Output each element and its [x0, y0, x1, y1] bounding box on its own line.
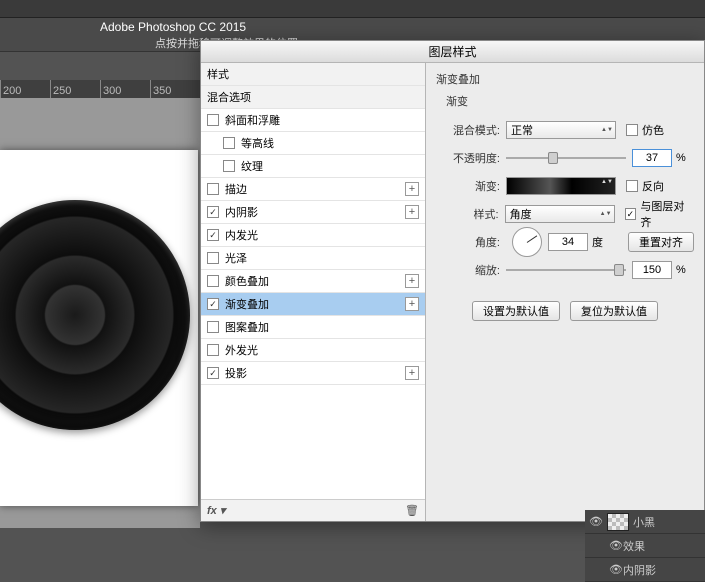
degree-unit: 度 [592, 234, 603, 250]
plus-icon[interactable]: + [405, 366, 419, 380]
menu-bar [0, 0, 705, 18]
styles-footer: fx ▾ 🗑 [201, 499, 425, 521]
opacity-slider[interactable] [506, 151, 626, 165]
layer-row[interactable]: 👁 小黑 [585, 510, 705, 534]
style-label: 样式: [436, 206, 505, 222]
make-default-button[interactable]: 设置为默认值 [472, 301, 560, 321]
style-pattern-overlay[interactable]: 图案叠加 [201, 316, 425, 339]
checkbox-icon[interactable] [207, 206, 219, 218]
checkbox-icon[interactable] [207, 229, 219, 241]
styles-list: 样式 混合选项 斜面和浮雕 等高线 纹理 描边+ 内阴影+ 内发光 光泽 颜色叠… [201, 63, 426, 521]
checkbox-icon[interactable] [223, 160, 235, 172]
plus-icon[interactable]: + [405, 205, 419, 219]
visibility-icon[interactable]: 👁 [609, 563, 623, 576]
document-canvas[interactable] [0, 150, 198, 506]
layer-effects-row[interactable]: 👁 效果 [585, 534, 705, 558]
scale-label: 缩放: [436, 262, 506, 278]
reset-alignment-button[interactable]: 重置对齐 [628, 232, 694, 252]
layer-name[interactable]: 小黑 [633, 514, 655, 530]
style-bevel-emboss[interactable]: 斜面和浮雕 [201, 109, 425, 132]
horizontal-ruler: 200250300350 [0, 80, 200, 98]
updown-icon: ▲▼ [600, 212, 612, 217]
effect-name: 内阴影 [623, 562, 656, 578]
percent-unit: % [676, 152, 686, 164]
angle-input[interactable]: 34 [548, 233, 588, 251]
opacity-label: 不透明度: [436, 150, 506, 166]
blending-options[interactable]: 混合选项 [201, 86, 425, 109]
knob-artwork [0, 200, 190, 430]
checkbox-icon[interactable] [207, 367, 219, 379]
dither-checkbox[interactable] [626, 124, 638, 136]
align-checkbox[interactable] [625, 208, 637, 220]
layer-effect-inner-shadow[interactable]: 👁 内阴影 [585, 558, 705, 582]
app-title: Adobe Photoshop CC 2015 [0, 18, 705, 36]
style-satin[interactable]: 光泽 [201, 247, 425, 270]
style-contour[interactable]: 等高线 [201, 132, 425, 155]
style-drop-shadow[interactable]: 投影+ [201, 362, 425, 385]
dither-label: 仿色 [642, 122, 664, 138]
reverse-label: 反向 [642, 178, 664, 194]
align-label: 与图层对齐 [640, 198, 694, 230]
reset-default-button[interactable]: 复位为默认值 [570, 301, 658, 321]
opacity-input[interactable]: 37 [632, 149, 672, 167]
gradient-picker[interactable]: ▲▼ [506, 177, 616, 195]
group-title: 渐变叠加 [436, 71, 694, 87]
layers-panel-fragment: 👁 小黑 👁 效果 👁 内阴影 [585, 510, 705, 582]
fx-menu-icon[interactable]: fx ▾ [207, 504, 225, 517]
updown-icon: ▲▼ [601, 180, 613, 185]
checkbox-icon[interactable] [207, 275, 219, 287]
layer-style-dialog: 图层样式 样式 混合选项 斜面和浮雕 等高线 纹理 描边+ 内阴影+ 内发光 光… [200, 40, 705, 522]
checkbox-icon[interactable] [223, 137, 235, 149]
style-inner-shadow[interactable]: 内阴影+ [201, 201, 425, 224]
plus-icon[interactable]: + [405, 182, 419, 196]
plus-icon[interactable]: + [405, 297, 419, 311]
trash-icon[interactable]: 🗑 [405, 504, 419, 517]
scale-slider[interactable] [506, 263, 626, 277]
blend-mode-label: 混合模式: [436, 122, 506, 138]
checkbox-icon[interactable] [207, 321, 219, 333]
plus-icon[interactable]: + [405, 274, 419, 288]
checkbox-icon[interactable] [207, 114, 219, 126]
blend-mode-select[interactable]: 正常▲▼ [506, 121, 616, 139]
angle-label: 角度: [436, 234, 506, 250]
style-stroke[interactable]: 描边+ [201, 178, 425, 201]
percent-unit: % [676, 264, 686, 276]
checkbox-icon[interactable] [207, 252, 219, 264]
style-select[interactable]: 角度▲▼ [505, 205, 615, 223]
layer-thumbnail[interactable] [607, 513, 629, 531]
checkbox-icon[interactable] [207, 183, 219, 195]
subgroup-title: 渐变 [446, 93, 694, 109]
style-inner-glow[interactable]: 内发光 [201, 224, 425, 247]
style-gradient-overlay[interactable]: 渐变叠加+ [201, 293, 425, 316]
visibility-icon[interactable]: 👁 [609, 539, 623, 552]
styles-header[interactable]: 样式 [201, 63, 425, 86]
effects-label: 效果 [623, 538, 645, 554]
angle-dial[interactable] [512, 227, 542, 257]
scale-input[interactable]: 150 [632, 261, 672, 279]
style-texture[interactable]: 纹理 [201, 155, 425, 178]
reverse-checkbox[interactable] [626, 180, 638, 192]
checkbox-icon[interactable] [207, 344, 219, 356]
gradient-label: 渐变: [436, 178, 506, 194]
style-color-overlay[interactable]: 颜色叠加+ [201, 270, 425, 293]
settings-panel: 渐变叠加 渐变 混合模式: 正常▲▼ 仿色 不透明度: 37 % 渐变: ▲▼ … [426, 63, 704, 521]
visibility-icon[interactable]: 👁 [589, 515, 603, 528]
updown-icon: ▲▼ [601, 128, 613, 133]
style-outer-glow[interactable]: 外发光 [201, 339, 425, 362]
checkbox-icon[interactable] [207, 298, 219, 310]
dialog-title: 图层样式 [201, 41, 704, 63]
